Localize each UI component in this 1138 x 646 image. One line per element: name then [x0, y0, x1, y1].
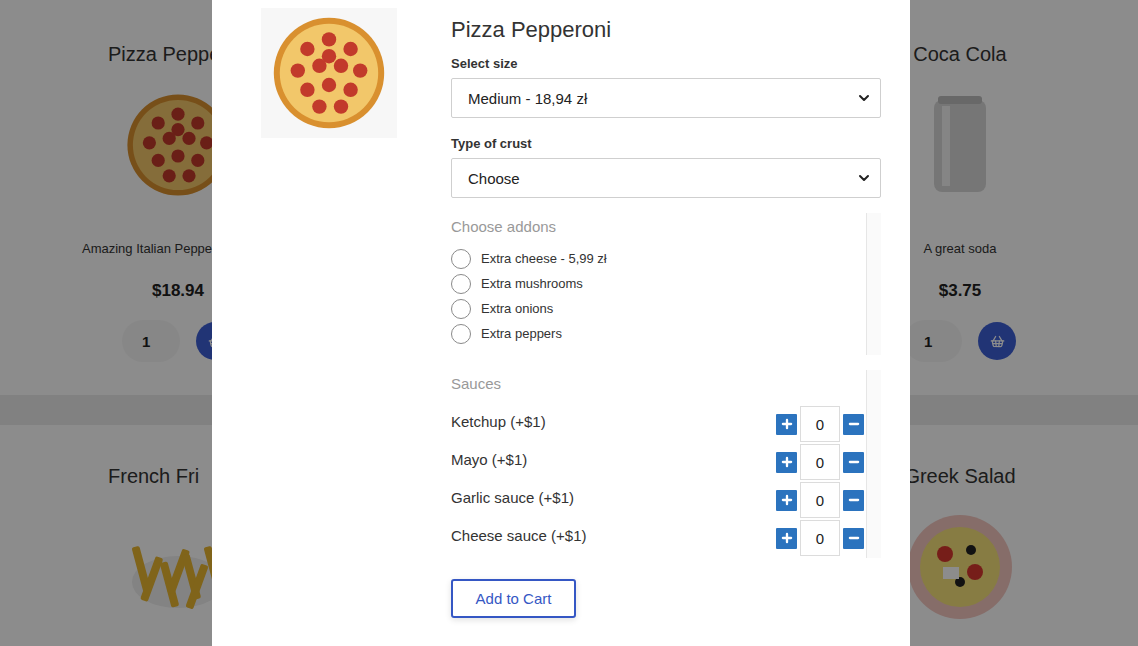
sauce-row: Ketchup (+$1) 0 — [451, 405, 866, 443]
increment-button[interactable] — [776, 490, 797, 511]
addon-option[interactable]: Extra cheese - 5,99 zł — [451, 246, 866, 271]
crust-select[interactable]: Choose — [451, 158, 881, 198]
sauce-count[interactable]: 0 — [800, 444, 840, 480]
addon-option[interactable]: Extra mushrooms — [451, 271, 866, 296]
decrement-button[interactable] — [843, 452, 864, 473]
minus-icon — [847, 531, 861, 545]
radio-button[interactable] — [451, 324, 471, 344]
plus-icon — [780, 531, 794, 545]
sauce-label: Garlic sauce (+$1) — [451, 489, 574, 506]
sauce-stepper: 0 — [776, 406, 864, 442]
minus-icon — [847, 493, 861, 507]
addon-label: Extra peppers — [481, 326, 562, 341]
sauces-title: Sauces — [451, 375, 866, 393]
sauce-count[interactable]: 0 — [800, 482, 840, 518]
sauces-list: Ketchup (+$1)0Mayo (+$1)0Garlic sauce (+… — [451, 405, 866, 557]
plus-icon — [780, 493, 794, 507]
sauce-row: Mayo (+$1) 0 — [451, 443, 866, 481]
sauce-label: Cheese sauce (+$1) — [451, 527, 587, 544]
radio-button[interactable] — [451, 249, 471, 269]
sauce-count[interactable]: 0 — [800, 520, 840, 556]
increment-button[interactable] — [776, 528, 797, 549]
chevron-down-icon — [856, 90, 872, 106]
decrement-button[interactable] — [843, 414, 864, 435]
minus-icon — [847, 455, 861, 469]
product-image — [261, 8, 397, 138]
addon-option[interactable]: Extra peppers — [451, 321, 866, 346]
decrement-button[interactable] — [843, 490, 864, 511]
product-form: Pizza Pepperoni Select size Medium - 18,94… — [451, 8, 881, 646]
sauce-label: Ketchup (+$1) — [451, 413, 546, 430]
addons-title: Choose addons — [451, 218, 866, 236]
addon-label: Extra cheese - 5,99 zł — [481, 251, 607, 266]
modal-title: Pizza Pepperoni — [451, 15, 881, 45]
addons-section: Choose addonsExtra cheese - 5,99 złExtra… — [451, 213, 881, 355]
product-modal: Pizza Pepperoni Select size Medium - 18,94… — [212, 0, 910, 646]
scrollbar[interactable] — [866, 370, 881, 558]
size-label: Select size — [451, 56, 881, 72]
crust-label: Type of crust — [451, 136, 881, 152]
plus-icon — [780, 455, 794, 469]
sauce-row: Garlic sauce (+$1) 0 — [451, 481, 866, 519]
minus-icon — [847, 417, 861, 431]
radio-button[interactable] — [451, 274, 471, 294]
sauces-section: SaucesKetchup (+$1)0Mayo (+$1)0Garlic sa… — [451, 370, 881, 558]
sauce-stepper: 0 — [776, 444, 864, 480]
addon-option[interactable]: Extra onions — [451, 296, 866, 321]
addons-list: Extra cheese - 5,99 zł Extra mushrooms Ext… — [451, 246, 866, 346]
sauce-stepper: 0 — [776, 520, 864, 556]
add-to-cart-button[interactable]: Add to Cart — [451, 579, 576, 618]
sauce-label: Mayo (+$1) — [451, 451, 527, 468]
radio-button[interactable] — [451, 299, 471, 319]
decrement-button[interactable] — [843, 528, 864, 549]
pizza-image-icon — [269, 13, 389, 133]
scrollbar[interactable] — [866, 213, 881, 355]
plus-icon — [780, 417, 794, 431]
sauce-count[interactable]: 0 — [800, 406, 840, 442]
addon-label: Extra mushrooms — [481, 276, 583, 291]
sauce-stepper: 0 — [776, 482, 864, 518]
page: Pizza PeppeAmazing Italian Peppe$18.941C… — [0, 0, 1138, 646]
size-select[interactable]: Medium - 18,94 zł — [451, 78, 881, 118]
sauce-row: Cheese sauce (+$1) 0 — [451, 519, 866, 557]
increment-button[interactable] — [776, 452, 797, 473]
chevron-down-icon — [856, 170, 872, 186]
addon-label: Extra onions — [481, 301, 553, 316]
increment-button[interactable] — [776, 414, 797, 435]
